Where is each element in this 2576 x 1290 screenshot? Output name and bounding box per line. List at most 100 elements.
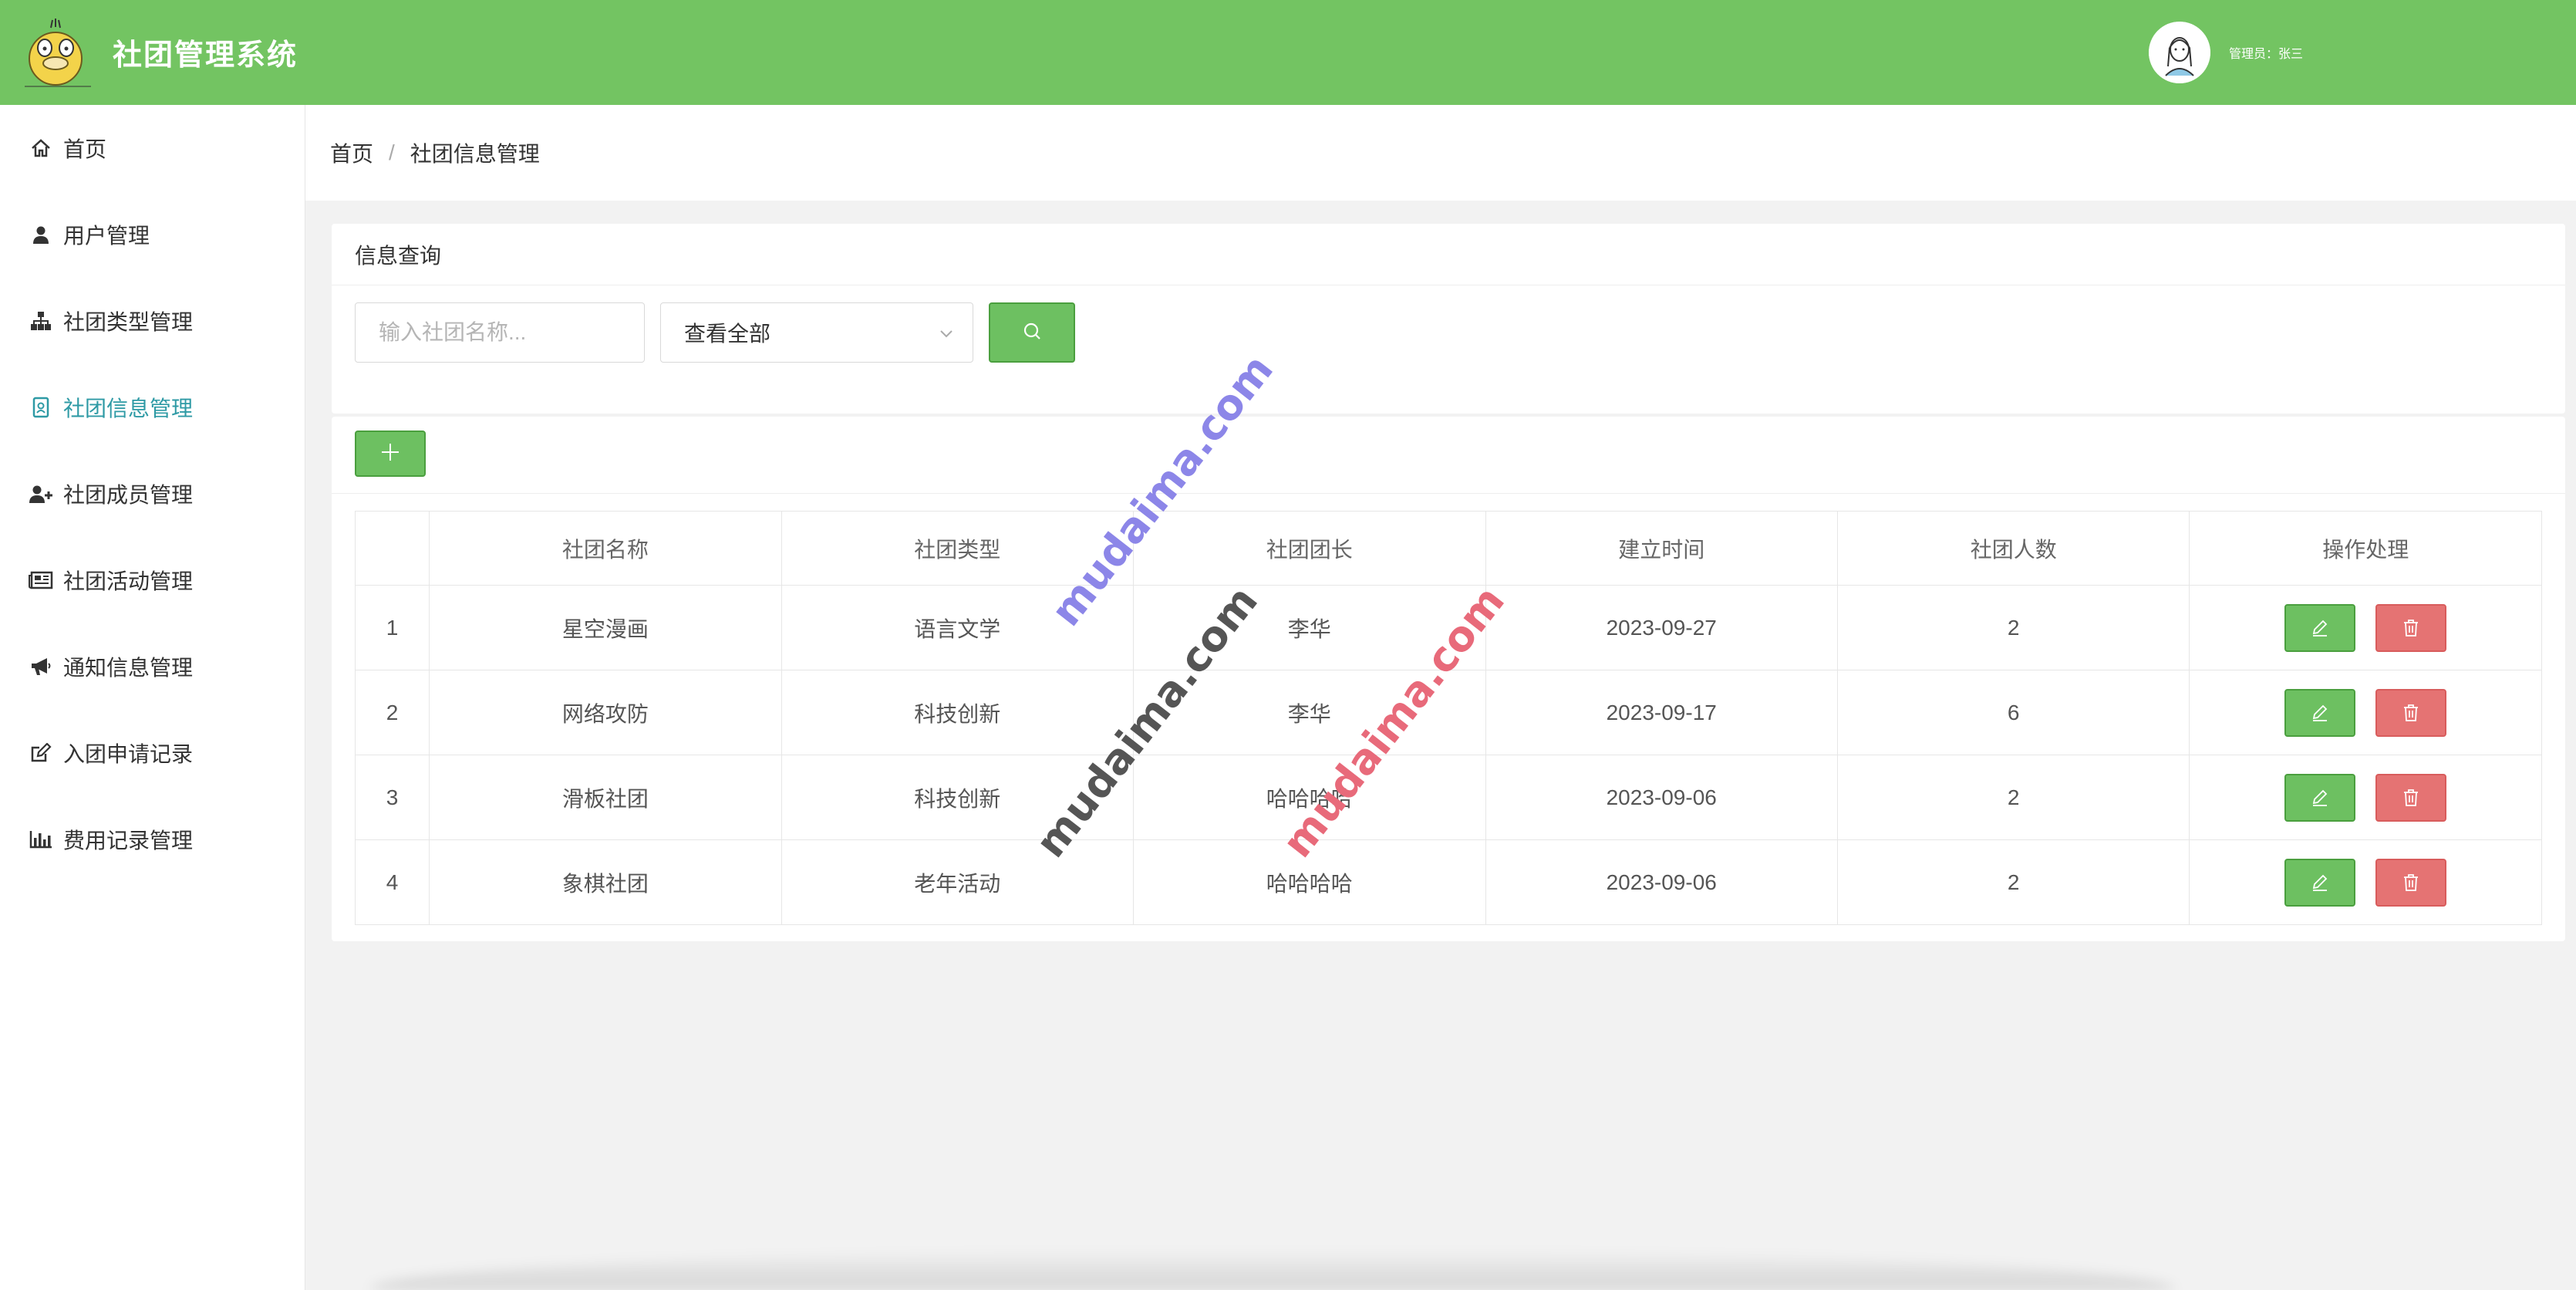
id-badge-icon: [28, 394, 54, 420]
sidebar-item-label: 用户管理: [63, 224, 150, 248]
app-title: 社团管理系统: [113, 39, 298, 72]
delete-button[interactable]: [2375, 858, 2447, 907]
top-header: 社团管理系统 管理员：张三: [0, 0, 2576, 105]
user-icon: [28, 221, 54, 248]
sidebar-item-label: 社团成员管理: [63, 483, 194, 507]
table-row: 1 星空漫画 语言文学 李华 2023-09-27 2: [354, 585, 2542, 670]
sidebar-item-applications[interactable]: 入团申请记录: [0, 710, 305, 796]
sidebar-item-users[interactable]: 用户管理: [0, 191, 305, 278]
cell-index: 4: [354, 839, 430, 925]
sidebar-item-label: 费用记录管理: [63, 829, 194, 853]
cell-index: 3: [354, 755, 430, 840]
cell-leader: 李华: [1133, 585, 1486, 670]
table-header-row: 社团名称 社团类型 社团团长 建立时间 社团人数 操作处理: [354, 511, 2542, 586]
sidebar-item-club-info[interactable]: 社团信息管理: [0, 364, 305, 451]
cell-actions: [2189, 670, 2542, 755]
table-header-type: 社团类型: [781, 511, 1135, 586]
cell-member-count: 2: [1836, 585, 2190, 670]
cell-actions: [2189, 839, 2542, 925]
sidebar: 首页 用户管理 社团类型管理 社团信息管理 社团成员管理 社团活动管理 通知信息…: [0, 105, 305, 1290]
edit-button[interactable]: [2284, 773, 2356, 822]
search-button[interactable]: [989, 302, 1075, 363]
table-header-count: 社团人数: [1836, 511, 2190, 586]
sidebar-item-label: 社团活动管理: [63, 569, 194, 593]
trash-icon: [2404, 704, 2419, 721]
edit-icon: [28, 740, 54, 766]
sidebar-item-label: 社团信息管理: [63, 397, 194, 420]
cell-member-count: 2: [1836, 839, 2190, 925]
newspaper-icon: [28, 567, 54, 593]
sidebar-item-label: 通知信息管理: [63, 656, 194, 680]
club-type-select-value: 查看全部: [684, 322, 771, 346]
delete-button[interactable]: [2375, 603, 2447, 652]
search-icon: [1021, 320, 1043, 346]
add-club-button[interactable]: [355, 431, 426, 477]
table-row: 2 网络攻防 科技创新 李华 2023-09-17 6: [354, 670, 2542, 755]
admin-avatar[interactable]: [2149, 22, 2210, 83]
table-row: 3 滑板社团 科技创新 哈哈哈哈 2023-09-06 2: [354, 755, 2542, 840]
trash-icon: [2404, 873, 2419, 891]
bottom-shadow: [370, 1250, 2175, 1290]
cell-leader: 李华: [1133, 670, 1486, 755]
chevron-down-icon: [937, 323, 956, 348]
table-toolbar: [332, 417, 2565, 494]
club-table-panel: 社团名称 社团类型 社团团长 建立时间 社团人数 操作处理 1 星空漫画 语言文…: [332, 417, 2565, 941]
table-header-date: 建立时间: [1485, 511, 1838, 586]
cell-club-type: 科技创新: [781, 670, 1135, 755]
breadcrumb: 首页 / 社团信息管理: [305, 105, 2576, 201]
cell-founded-date: 2023-09-06: [1485, 839, 1838, 925]
bar-chart-icon: [28, 826, 54, 853]
sidebar-item-club-members[interactable]: 社团成员管理: [0, 451, 305, 537]
cell-index: 2: [354, 670, 430, 755]
user-plus-icon: [28, 481, 54, 507]
sidebar-item-label: 首页: [63, 137, 107, 161]
cell-founded-date: 2023-09-17: [1485, 670, 1838, 755]
sidebar-item-club-types[interactable]: 社团类型管理: [0, 278, 305, 364]
table-header-index: [354, 511, 430, 586]
sidebar-item-label: 社团类型管理: [63, 310, 194, 334]
delete-button[interactable]: [2375, 688, 2447, 737]
cell-club-name: 星空漫画: [429, 585, 782, 670]
pencil-icon: [2313, 789, 2328, 806]
edit-button[interactable]: [2284, 688, 2356, 737]
cell-founded-date: 2023-09-27: [1485, 585, 1838, 670]
cell-club-name: 滑板社团: [429, 755, 782, 840]
plus-icon: [379, 441, 401, 467]
club-type-select[interactable]: 查看全部: [660, 302, 973, 363]
psyduck-logo-icon: [17, 14, 94, 91]
breadcrumb-separator: /: [389, 140, 395, 164]
club-name-search-input[interactable]: [355, 302, 645, 363]
table-header-name: 社团名称: [429, 511, 782, 586]
cell-club-name: 象棋社团: [429, 839, 782, 925]
sidebar-item-club-activities[interactable]: 社团活动管理: [0, 537, 305, 623]
sidebar-item-label: 入团申请记录: [63, 742, 194, 766]
sidebar-item-home[interactable]: 首页: [0, 105, 305, 191]
breadcrumb-home[interactable]: 首页: [330, 137, 373, 168]
cell-club-type: 语言文学: [781, 585, 1135, 670]
cell-leader: 哈哈哈哈: [1133, 839, 1486, 925]
bullhorn-icon: [28, 653, 54, 680]
sidebar-item-notices[interactable]: 通知信息管理: [0, 623, 305, 710]
edit-button[interactable]: [2284, 858, 2356, 907]
cell-member-count: 6: [1836, 670, 2190, 755]
edit-button[interactable]: [2284, 603, 2356, 652]
club-table: 社团名称 社团类型 社团团长 建立时间 社团人数 操作处理 1 星空漫画 语言文…: [354, 511, 2542, 925]
sidebar-item-expenses[interactable]: 费用记录管理: [0, 796, 305, 883]
admin-name-label: 管理员：张三: [2229, 48, 2304, 61]
trash-icon: [2404, 619, 2419, 637]
delete-button[interactable]: [2375, 773, 2447, 822]
cell-member-count: 2: [1836, 755, 2190, 840]
cell-founded-date: 2023-09-06: [1485, 755, 1838, 840]
pencil-icon: [2313, 704, 2328, 721]
query-panel: 信息查询 查看全部: [332, 224, 2565, 414]
cell-leader: 哈哈哈哈: [1133, 755, 1486, 840]
cell-actions: [2189, 755, 2542, 840]
trash-icon: [2404, 789, 2419, 806]
cell-actions: [2189, 585, 2542, 670]
pencil-icon: [2313, 620, 2328, 637]
table-header-leader: 社团团长: [1133, 511, 1486, 586]
sitemap-icon: [28, 308, 54, 334]
table-row: 4 象棋社团 老年活动 哈哈哈哈 2023-09-06 2: [354, 839, 2542, 925]
cell-club-type: 老年活动: [781, 839, 1135, 925]
pencil-icon: [2313, 874, 2328, 891]
